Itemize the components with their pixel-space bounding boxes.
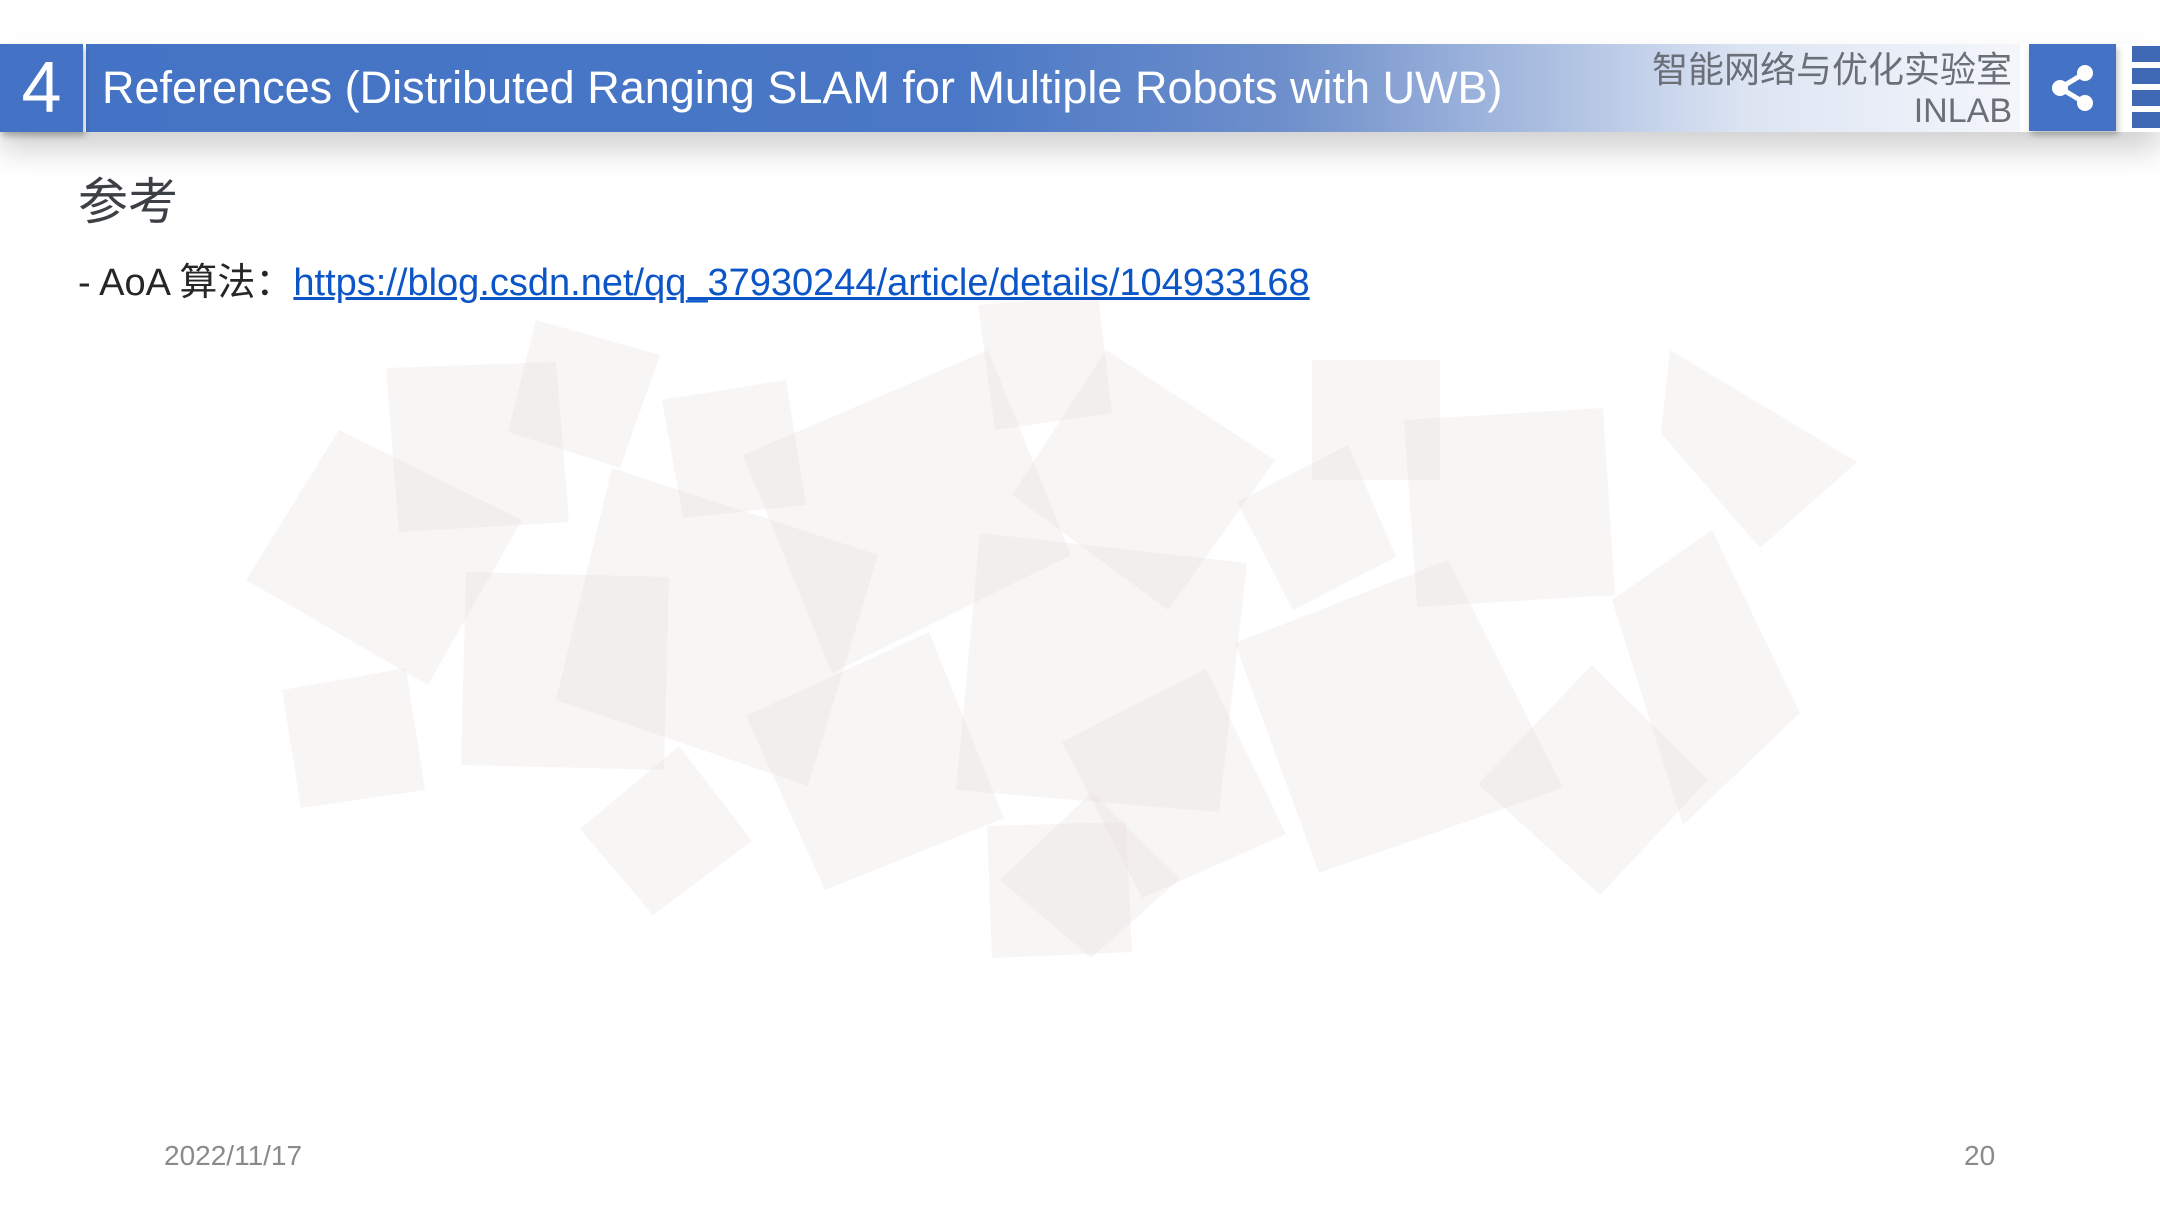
lab-name: 智能网络与优化实验室	[1651, 49, 2012, 90]
section-number-badge: 4	[0, 44, 83, 132]
page-number: 20	[1964, 1140, 1996, 1171]
lab-code: INLAB	[1913, 92, 2012, 130]
edge-stripes-decor	[2132, 44, 2160, 132]
section-number: 4	[21, 48, 62, 128]
reference-prefix: - AoA 算法：	[78, 262, 294, 304]
share-button[interactable]	[2029, 44, 2116, 131]
section-heading: 参考	[78, 174, 178, 230]
reference-item: - AoA 算法：https://blog.csdn.net/qq_379302…	[78, 258, 1310, 308]
share-icon	[2051, 64, 2093, 111]
background-decor-squares	[246, 295, 1857, 958]
footer-date: 2022/11/17	[164, 1140, 303, 1171]
slide-title: References (Distributed Ranging SLAM for…	[102, 62, 1503, 113]
reference-link[interactable]: https://blog.csdn.net/qq_37930244/articl…	[293, 262, 1309, 304]
